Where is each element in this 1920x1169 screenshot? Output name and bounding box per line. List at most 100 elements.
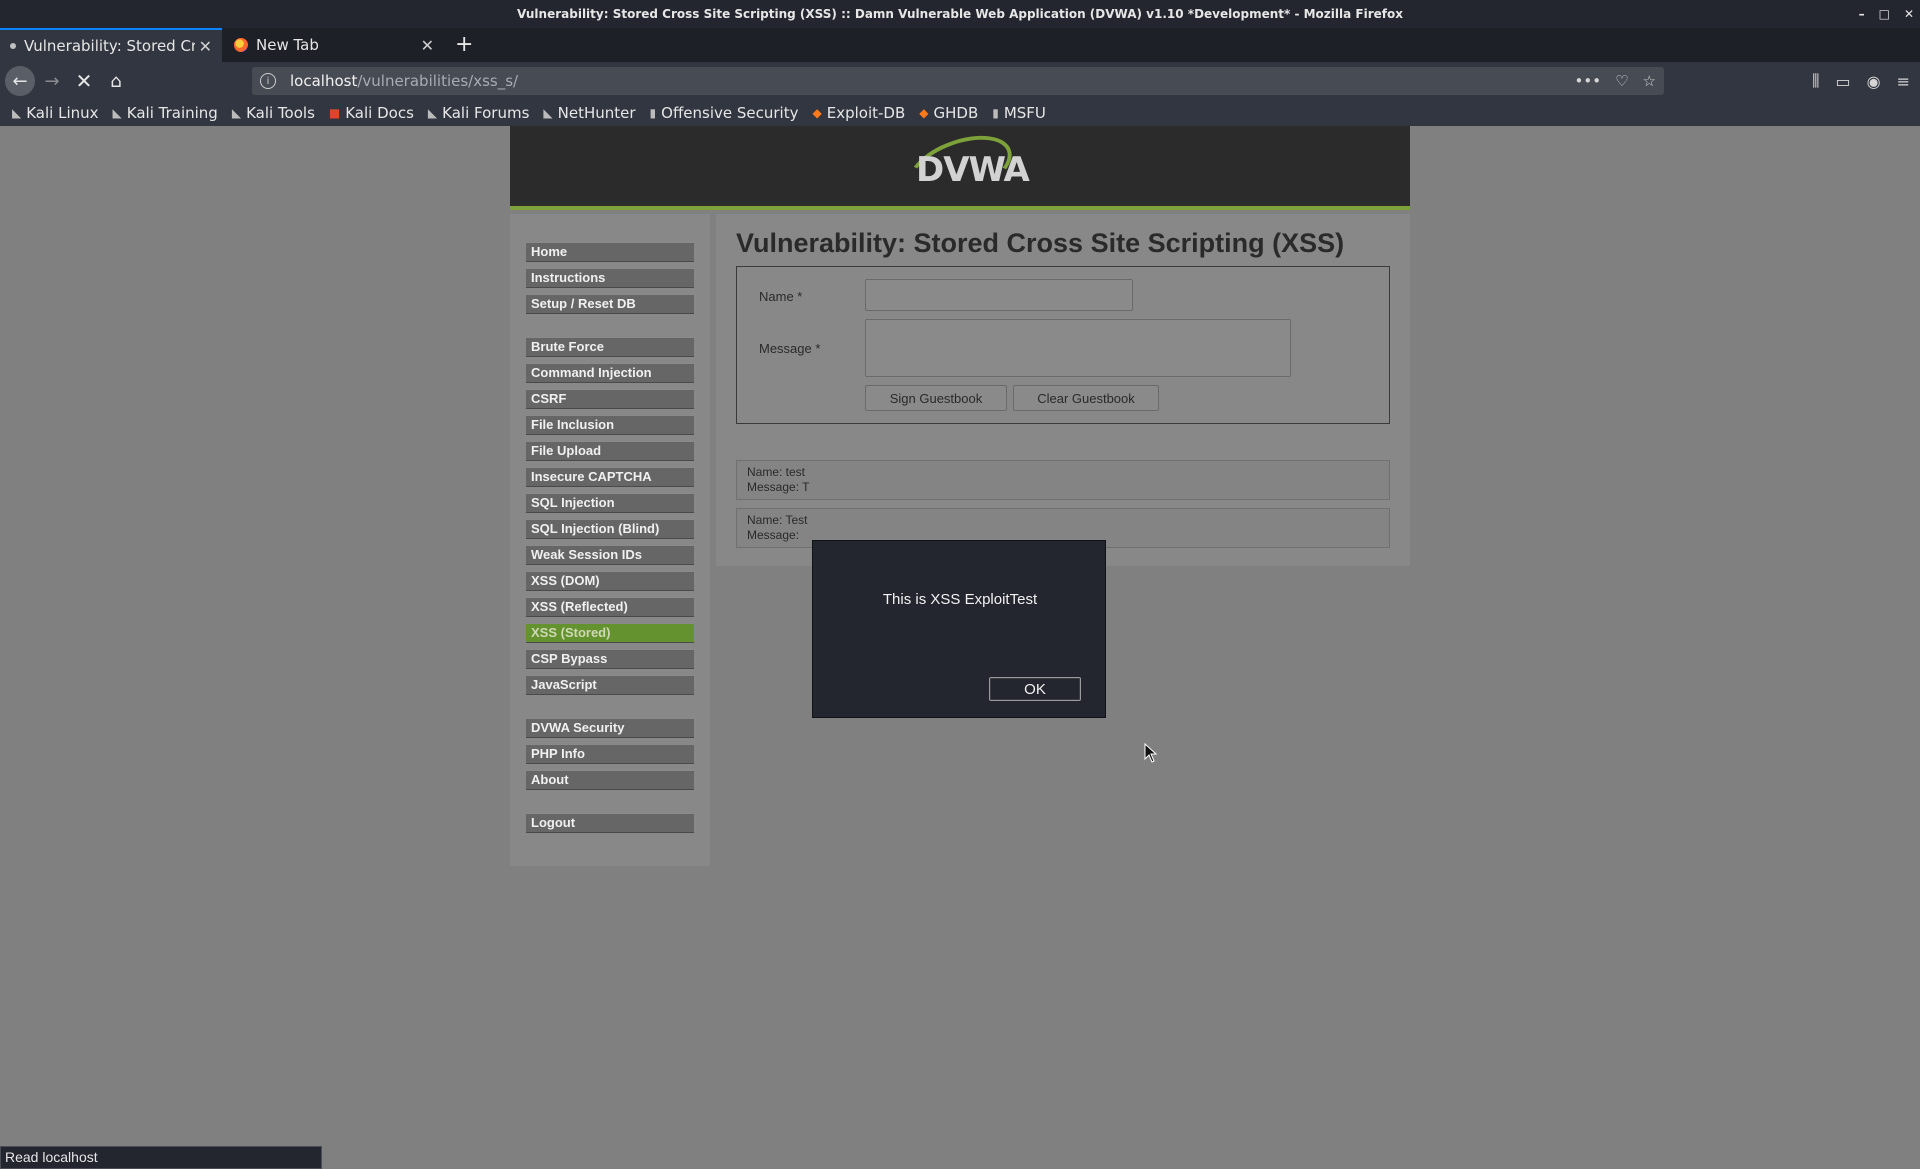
bookmark-kali-training[interactable]: ◣ Kali Training [113, 104, 218, 122]
bookmark-label: Kali Docs [345, 104, 414, 122]
menu-item-sql-injection-blind[interactable]: SQL Injection (Blind) [526, 519, 694, 539]
bookmark-star-icon[interactable]: ☆ [1643, 72, 1656, 90]
kali-dragon-icon: ◣ [427, 106, 438, 120]
bookmark-msfu[interactable]: ▮ MSFU [992, 104, 1046, 122]
new-tab-button[interactable]: + [455, 28, 473, 62]
alert-ok-button[interactable]: OK [989, 677, 1081, 701]
bookmark-nethunter[interactable]: ◣ NetHunter [543, 104, 635, 122]
bookmark-kali-tools[interactable]: ◣ Kali Tools [232, 104, 315, 122]
status-bar: Read localhost [0, 1146, 322, 1169]
bookmark-label: NetHunter [557, 104, 636, 122]
menu-item-insecure-captcha[interactable]: Insecure CAPTCHA [526, 467, 694, 487]
page-actions-icon[interactable]: ••• [1575, 72, 1602, 90]
bookmark-label: MSFU [1003, 104, 1046, 122]
kali-dragon-icon: ◣ [112, 106, 122, 120]
url-actions: ••• ♡ ☆ [1575, 67, 1656, 95]
minimize-icon[interactable]: – [1859, 0, 1865, 28]
tab-label: New Tab [256, 36, 319, 54]
menu-item-command-injection[interactable]: Command Injection [526, 363, 694, 383]
entry-name: Name: Test [747, 513, 808, 527]
bookmark-label: Kali Forums [442, 104, 530, 122]
nethunter-icon: ◣ [543, 106, 553, 120]
bookmark-exploit-db[interactable]: ◆ Exploit-DB [812, 104, 905, 122]
bookmark-offensive-security[interactable]: ▮ Offensive Security [650, 104, 799, 122]
sign-guestbook-button[interactable]: Sign Guestbook [865, 385, 1007, 411]
menu-item-file-inclusion[interactable]: File Inclusion [526, 415, 694, 435]
logo-text: DVWA [916, 150, 1030, 190]
name-input[interactable] [865, 279, 1133, 311]
bookmark-label: Kali Linux [26, 104, 99, 122]
dvwa-header: DVWA [510, 123, 1410, 213]
loading-icon [10, 43, 16, 49]
account-icon[interactable]: ◉ [1867, 72, 1881, 91]
clear-guestbook-button[interactable]: Clear Guestbook [1013, 385, 1159, 411]
stop-button[interactable]: ✕ [68, 62, 100, 100]
toolbar-right: ⫼ ▭ ◉ ≡ [1812, 62, 1920, 100]
url-path: /vulnerabilities/xss_s/ [357, 72, 519, 90]
bookmark-kali-forums[interactable]: ◣ Kali Forums [428, 104, 529, 122]
page-title: Vulnerability: Stored Cross Site Scripti… [736, 228, 1345, 258]
bookmark-ghdb[interactable]: ◆ GHDB [919, 104, 978, 122]
menu-item-dvwa-security[interactable]: DVWA Security [526, 718, 694, 738]
bookmarks-toolbar: ◣ Kali Linux ◣ Kali Training ◣ Kali Tools ■… [0, 100, 1920, 126]
menu-item-sql-injection[interactable]: SQL Injection [526, 493, 694, 513]
mouse-cursor-icon [1144, 743, 1158, 763]
menu-item-xss-stored[interactable]: XSS (Stored) [526, 623, 694, 643]
offsec-icon: ▮ [649, 106, 657, 120]
url-host: localhost [290, 72, 358, 90]
ghdb-icon: ◆ [919, 106, 929, 120]
back-button[interactable]: ← [4, 62, 36, 100]
close-window-icon[interactable]: ✕ [1904, 0, 1914, 28]
menu-item-php-info[interactable]: PHP Info [526, 744, 694, 764]
menu-item-xss-reflected[interactable]: XSS (Reflected) [526, 597, 694, 617]
hamburger-menu-icon[interactable]: ≡ [1897, 72, 1910, 91]
page-viewport: DVWA Home Instructions Setup / Reset DB … [0, 123, 1920, 1169]
menu-item-csp-bypass[interactable]: CSP Bypass [526, 649, 694, 669]
bookmark-label: GHDB [933, 104, 979, 122]
window-title: Vulnerability: Stored Cross Site Scripti… [517, 7, 1403, 21]
menu-item-logout[interactable]: Logout [526, 813, 694, 833]
firefox-icon [234, 38, 248, 52]
message-label: Message * [759, 341, 821, 356]
exploitdb-icon: ◆ [812, 106, 822, 120]
forward-button[interactable]: → [36, 62, 68, 100]
menu-item-weak-session-ids[interactable]: Weak Session IDs [526, 545, 694, 565]
close-tab-icon[interactable]: ✕ [199, 37, 212, 56]
alert-message: This is XSS ExploitTest [882, 591, 1038, 608]
menu-item-csrf[interactable]: CSRF [526, 389, 694, 409]
url-bar[interactable]: i localhost/vulnerabilities/xss_s/ ••• ♡… [252, 67, 1664, 95]
menu-item-brute-force[interactable]: Brute Force [526, 337, 694, 357]
back-arrow-icon: ← [5, 66, 35, 96]
bookmark-kali-docs[interactable]: ■ Kali Docs [329, 104, 414, 122]
alert-dialog: This is XSS ExploitTest OK [812, 540, 1106, 718]
sidebar-icon[interactable]: ▭ [1836, 72, 1851, 91]
guestbook-form: Name * Message * Sign Guestbook Clear Gu… [736, 266, 1390, 424]
home-button[interactable]: ⌂ [100, 62, 132, 100]
maximize-icon[interactable]: □ [1879, 0, 1890, 28]
menu-item-instructions[interactable]: Instructions [526, 268, 694, 288]
menu-item-file-upload[interactable]: File Upload [526, 441, 694, 461]
menu-item-about[interactable]: About [526, 770, 694, 790]
window-titlebar: Vulnerability: Stored Cross Site Scripti… [0, 0, 1920, 28]
close-tab-icon[interactable]: ✕ [421, 36, 434, 55]
pocket-icon[interactable]: ♡ [1615, 72, 1628, 90]
bookmark-label: Offensive Security [661, 104, 799, 122]
kali-docs-icon: ■ [328, 106, 341, 120]
dvwa-menu: Home Instructions Setup / Reset DB Brute… [526, 242, 694, 839]
kali-dragon-icon: ◣ [231, 106, 242, 120]
message-textarea[interactable] [865, 319, 1291, 377]
menu-item-setup[interactable]: Setup / Reset DB [526, 294, 694, 314]
tab-new-tab[interactable]: New Tab ✕ [224, 28, 444, 62]
bookmark-kali-linux[interactable]: ◣ Kali Linux [12, 104, 99, 122]
tab-strip: Vulnerability: Stored Cro ✕ New Tab ✕ + [0, 28, 1920, 62]
info-icon[interactable]: i [260, 73, 276, 89]
msfu-icon: ▮ [992, 106, 999, 120]
menu-item-xss-dom[interactable]: XSS (DOM) [526, 571, 694, 591]
bookmark-label: Exploit-DB [826, 104, 906, 122]
menu-item-home[interactable]: Home [526, 242, 694, 262]
tab-xss-stored[interactable]: Vulnerability: Stored Cro ✕ [0, 28, 222, 62]
entry-message: Message: T [747, 480, 810, 494]
entry-name: Name: test [747, 465, 806, 479]
library-icon[interactable]: ⫼ [1812, 71, 1819, 91]
menu-item-javascript[interactable]: JavaScript [526, 675, 694, 695]
